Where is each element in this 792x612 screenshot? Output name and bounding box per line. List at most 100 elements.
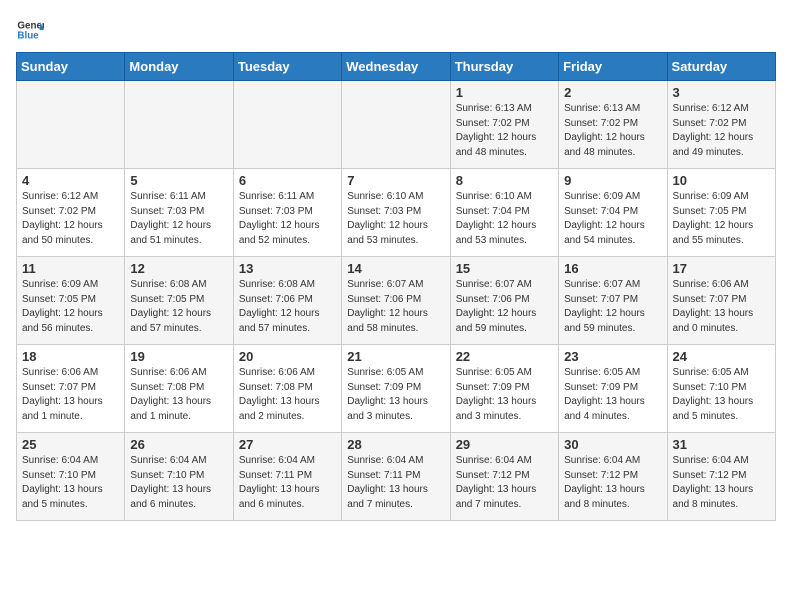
day-number: 30 bbox=[564, 437, 661, 452]
day-number: 15 bbox=[456, 261, 553, 276]
day-info: Sunrise: 6:13 AM Sunset: 7:02 PM Dayligh… bbox=[564, 102, 661, 160]
day-number: 9 bbox=[564, 173, 661, 188]
calendar-cell: 22 Sunrise: 6:05 AM Sunset: 7:09 PM Dayli… bbox=[450, 345, 558, 433]
day-number: 11 bbox=[22, 261, 119, 276]
day-info: Sunrise: 6:06 AM Sunset: 7:08 PM Dayligh… bbox=[130, 366, 227, 424]
day-info: Sunrise: 6:04 AM Sunset: 7:12 PM Dayligh… bbox=[456, 454, 553, 512]
page-header: General Blue bbox=[16, 16, 776, 44]
day-number: 1 bbox=[456, 85, 553, 100]
calendar-cell: 6 Sunrise: 6:11 AM Sunset: 7:03 PM Daylig… bbox=[233, 169, 341, 257]
day-number: 3 bbox=[673, 85, 770, 100]
day-number: 5 bbox=[130, 173, 227, 188]
calendar-cell: 9 Sunrise: 6:09 AM Sunset: 7:04 PM Daylig… bbox=[559, 169, 667, 257]
day-info: Sunrise: 6:12 AM Sunset: 7:02 PM Dayligh… bbox=[673, 102, 770, 160]
day-info: Sunrise: 6:12 AM Sunset: 7:02 PM Dayligh… bbox=[22, 190, 119, 248]
calendar-week-row: 25 Sunrise: 6:04 AM Sunset: 7:10 PM Dayli… bbox=[17, 433, 776, 521]
header-monday: Monday bbox=[125, 53, 233, 81]
calendar-week-row: 4 Sunrise: 6:12 AM Sunset: 7:02 PM Daylig… bbox=[17, 169, 776, 257]
svg-text:Blue: Blue bbox=[17, 30, 39, 41]
header-friday: Friday bbox=[559, 53, 667, 81]
calendar-cell: 4 Sunrise: 6:12 AM Sunset: 7:02 PM Daylig… bbox=[17, 169, 125, 257]
header-saturday: Saturday bbox=[667, 53, 775, 81]
day-number: 18 bbox=[22, 349, 119, 364]
day-number: 10 bbox=[673, 173, 770, 188]
calendar-cell: 8 Sunrise: 6:10 AM Sunset: 7:04 PM Daylig… bbox=[450, 169, 558, 257]
day-info: Sunrise: 6:04 AM Sunset: 7:11 PM Dayligh… bbox=[347, 454, 444, 512]
day-number: 14 bbox=[347, 261, 444, 276]
calendar-cell: 20Sunrise: 6:06 AM Sunset: 7:08 PM Dayli… bbox=[233, 345, 341, 433]
day-info: Sunrise: 6:07 AM Sunset: 7:06 PM Dayligh… bbox=[456, 278, 553, 336]
calendar-cell: 15 Sunrise: 6:07 AM Sunset: 7:06 PM Dayli… bbox=[450, 257, 558, 345]
day-info: Sunrise: 6:09 AM Sunset: 7:05 PM Dayligh… bbox=[22, 278, 119, 336]
calendar-cell: 16 Sunrise: 6:07 AM Sunset: 7:07 PM Dayli… bbox=[559, 257, 667, 345]
calendar-cell: 21Sunrise: 6:05 AM Sunset: 7:09 PM Dayli… bbox=[342, 345, 450, 433]
calendar-cell: 10 Sunrise: 6:09 AM Sunset: 7:05 PM Dayli… bbox=[667, 169, 775, 257]
day-info: Sunrise: 6:09 AM Sunset: 7:04 PM Dayligh… bbox=[564, 190, 661, 248]
calendar-table: SundayMondayTuesdayWednesdayThursdayFrid… bbox=[16, 52, 776, 521]
calendar-cell: 18 Sunrise: 6:06 AM Sunset: 7:07 PM Dayli… bbox=[17, 345, 125, 433]
day-info: Sunrise: 6:08 AM Sunset: 7:06 PM Dayligh… bbox=[239, 278, 336, 336]
day-info: Sunrise: 6:06 AM Sunset: 7:07 PM Dayligh… bbox=[22, 366, 119, 424]
day-info: Sunrise: 6:13 AM Sunset: 7:02 PM Dayligh… bbox=[456, 102, 553, 160]
day-number: 8 bbox=[456, 173, 553, 188]
day-number: 25 bbox=[22, 437, 119, 452]
day-info: Sunrise: 6:11 AM Sunset: 7:03 PM Dayligh… bbox=[130, 190, 227, 248]
day-number: 21 bbox=[347, 349, 444, 364]
day-info: Sunrise: 6:10 AM Sunset: 7:04 PM Dayligh… bbox=[456, 190, 553, 248]
day-info: Sunrise: 6:06 AM Sunset: 7:07 PM Dayligh… bbox=[673, 278, 770, 336]
day-info: Sunrise: 6:06 AM Sunset: 7:08 PM Dayligh… bbox=[239, 366, 336, 424]
day-info: Sunrise: 6:05 AM Sunset: 7:10 PM Dayligh… bbox=[673, 366, 770, 424]
day-info: Sunrise: 6:10 AM Sunset: 7:03 PM Dayligh… bbox=[347, 190, 444, 248]
logo-icon: General Blue bbox=[16, 16, 44, 44]
calendar-week-row: 1 Sunrise: 6:13 AM Sunset: 7:02 PM Daylig… bbox=[17, 81, 776, 169]
calendar-week-row: 18 Sunrise: 6:06 AM Sunset: 7:07 PM Dayli… bbox=[17, 345, 776, 433]
calendar-cell: 19Sunrise: 6:06 AM Sunset: 7:08 PM Dayli… bbox=[125, 345, 233, 433]
calendar-cell: 23Sunrise: 6:05 AM Sunset: 7:09 PM Dayli… bbox=[559, 345, 667, 433]
day-number: 29 bbox=[456, 437, 553, 452]
calendar-cell: 17 Sunrise: 6:06 AM Sunset: 7:07 PM Dayli… bbox=[667, 257, 775, 345]
day-info: Sunrise: 6:09 AM Sunset: 7:05 PM Dayligh… bbox=[673, 190, 770, 248]
day-number: 28 bbox=[347, 437, 444, 452]
calendar-cell bbox=[125, 81, 233, 169]
calendar-cell bbox=[17, 81, 125, 169]
day-number: 16 bbox=[564, 261, 661, 276]
day-number: 13 bbox=[239, 261, 336, 276]
day-number: 2 bbox=[564, 85, 661, 100]
calendar-cell: 5 Sunrise: 6:11 AM Sunset: 7:03 PM Daylig… bbox=[125, 169, 233, 257]
day-info: Sunrise: 6:07 AM Sunset: 7:07 PM Dayligh… bbox=[564, 278, 661, 336]
calendar-cell: 3 Sunrise: 6:12 AM Sunset: 7:02 PM Daylig… bbox=[667, 81, 775, 169]
calendar-header-row: SundayMondayTuesdayWednesdayThursdayFrid… bbox=[17, 53, 776, 81]
day-info: Sunrise: 6:04 AM Sunset: 7:10 PM Dayligh… bbox=[130, 454, 227, 512]
calendar-cell bbox=[342, 81, 450, 169]
calendar-cell: 2 Sunrise: 6:13 AM Sunset: 7:02 PM Daylig… bbox=[559, 81, 667, 169]
day-number: 12 bbox=[130, 261, 227, 276]
calendar-cell: 24 Sunrise: 6:05 AM Sunset: 7:10 PM Dayli… bbox=[667, 345, 775, 433]
day-info: Sunrise: 6:11 AM Sunset: 7:03 PM Dayligh… bbox=[239, 190, 336, 248]
day-info: Sunrise: 6:05 AM Sunset: 7:09 PM Dayligh… bbox=[456, 366, 553, 424]
header-tuesday: Tuesday bbox=[233, 53, 341, 81]
day-info: Sunrise: 6:04 AM Sunset: 7:10 PM Dayligh… bbox=[22, 454, 119, 512]
day-info: Sunrise: 6:05 AM Sunset: 7:09 PM Dayligh… bbox=[564, 366, 661, 424]
day-number: 24 bbox=[673, 349, 770, 364]
calendar-cell: 14Sunrise: 6:07 AM Sunset: 7:06 PM Dayli… bbox=[342, 257, 450, 345]
day-number: 27 bbox=[239, 437, 336, 452]
day-number: 6 bbox=[239, 173, 336, 188]
calendar-cell: 1 Sunrise: 6:13 AM Sunset: 7:02 PM Daylig… bbox=[450, 81, 558, 169]
day-info: Sunrise: 6:04 AM Sunset: 7:12 PM Dayligh… bbox=[673, 454, 770, 512]
calendar-cell: 27 Sunrise: 6:04 AM Sunset: 7:11 PM Dayli… bbox=[233, 433, 341, 521]
calendar-cell: 7 Sunrise: 6:10 AM Sunset: 7:03 PM Daylig… bbox=[342, 169, 450, 257]
calendar-cell: 28 Sunrise: 6:04 AM Sunset: 7:11 PM Dayli… bbox=[342, 433, 450, 521]
day-number: 4 bbox=[22, 173, 119, 188]
day-info: Sunrise: 6:04 AM Sunset: 7:11 PM Dayligh… bbox=[239, 454, 336, 512]
calendar-cell: 29 Sunrise: 6:04 AM Sunset: 7:12 PM Dayli… bbox=[450, 433, 558, 521]
calendar-cell: 26Sunrise: 6:04 AM Sunset: 7:10 PM Dayli… bbox=[125, 433, 233, 521]
header-sunday: Sunday bbox=[17, 53, 125, 81]
calendar-cell: 31Sunrise: 6:04 AM Sunset: 7:12 PM Dayli… bbox=[667, 433, 775, 521]
day-number: 17 bbox=[673, 261, 770, 276]
day-number: 7 bbox=[347, 173, 444, 188]
day-number: 22 bbox=[456, 349, 553, 364]
calendar-week-row: 11 Sunrise: 6:09 AM Sunset: 7:05 PM Dayli… bbox=[17, 257, 776, 345]
day-info: Sunrise: 6:08 AM Sunset: 7:05 PM Dayligh… bbox=[130, 278, 227, 336]
header-wednesday: Wednesday bbox=[342, 53, 450, 81]
calendar-cell: 11 Sunrise: 6:09 AM Sunset: 7:05 PM Dayli… bbox=[17, 257, 125, 345]
